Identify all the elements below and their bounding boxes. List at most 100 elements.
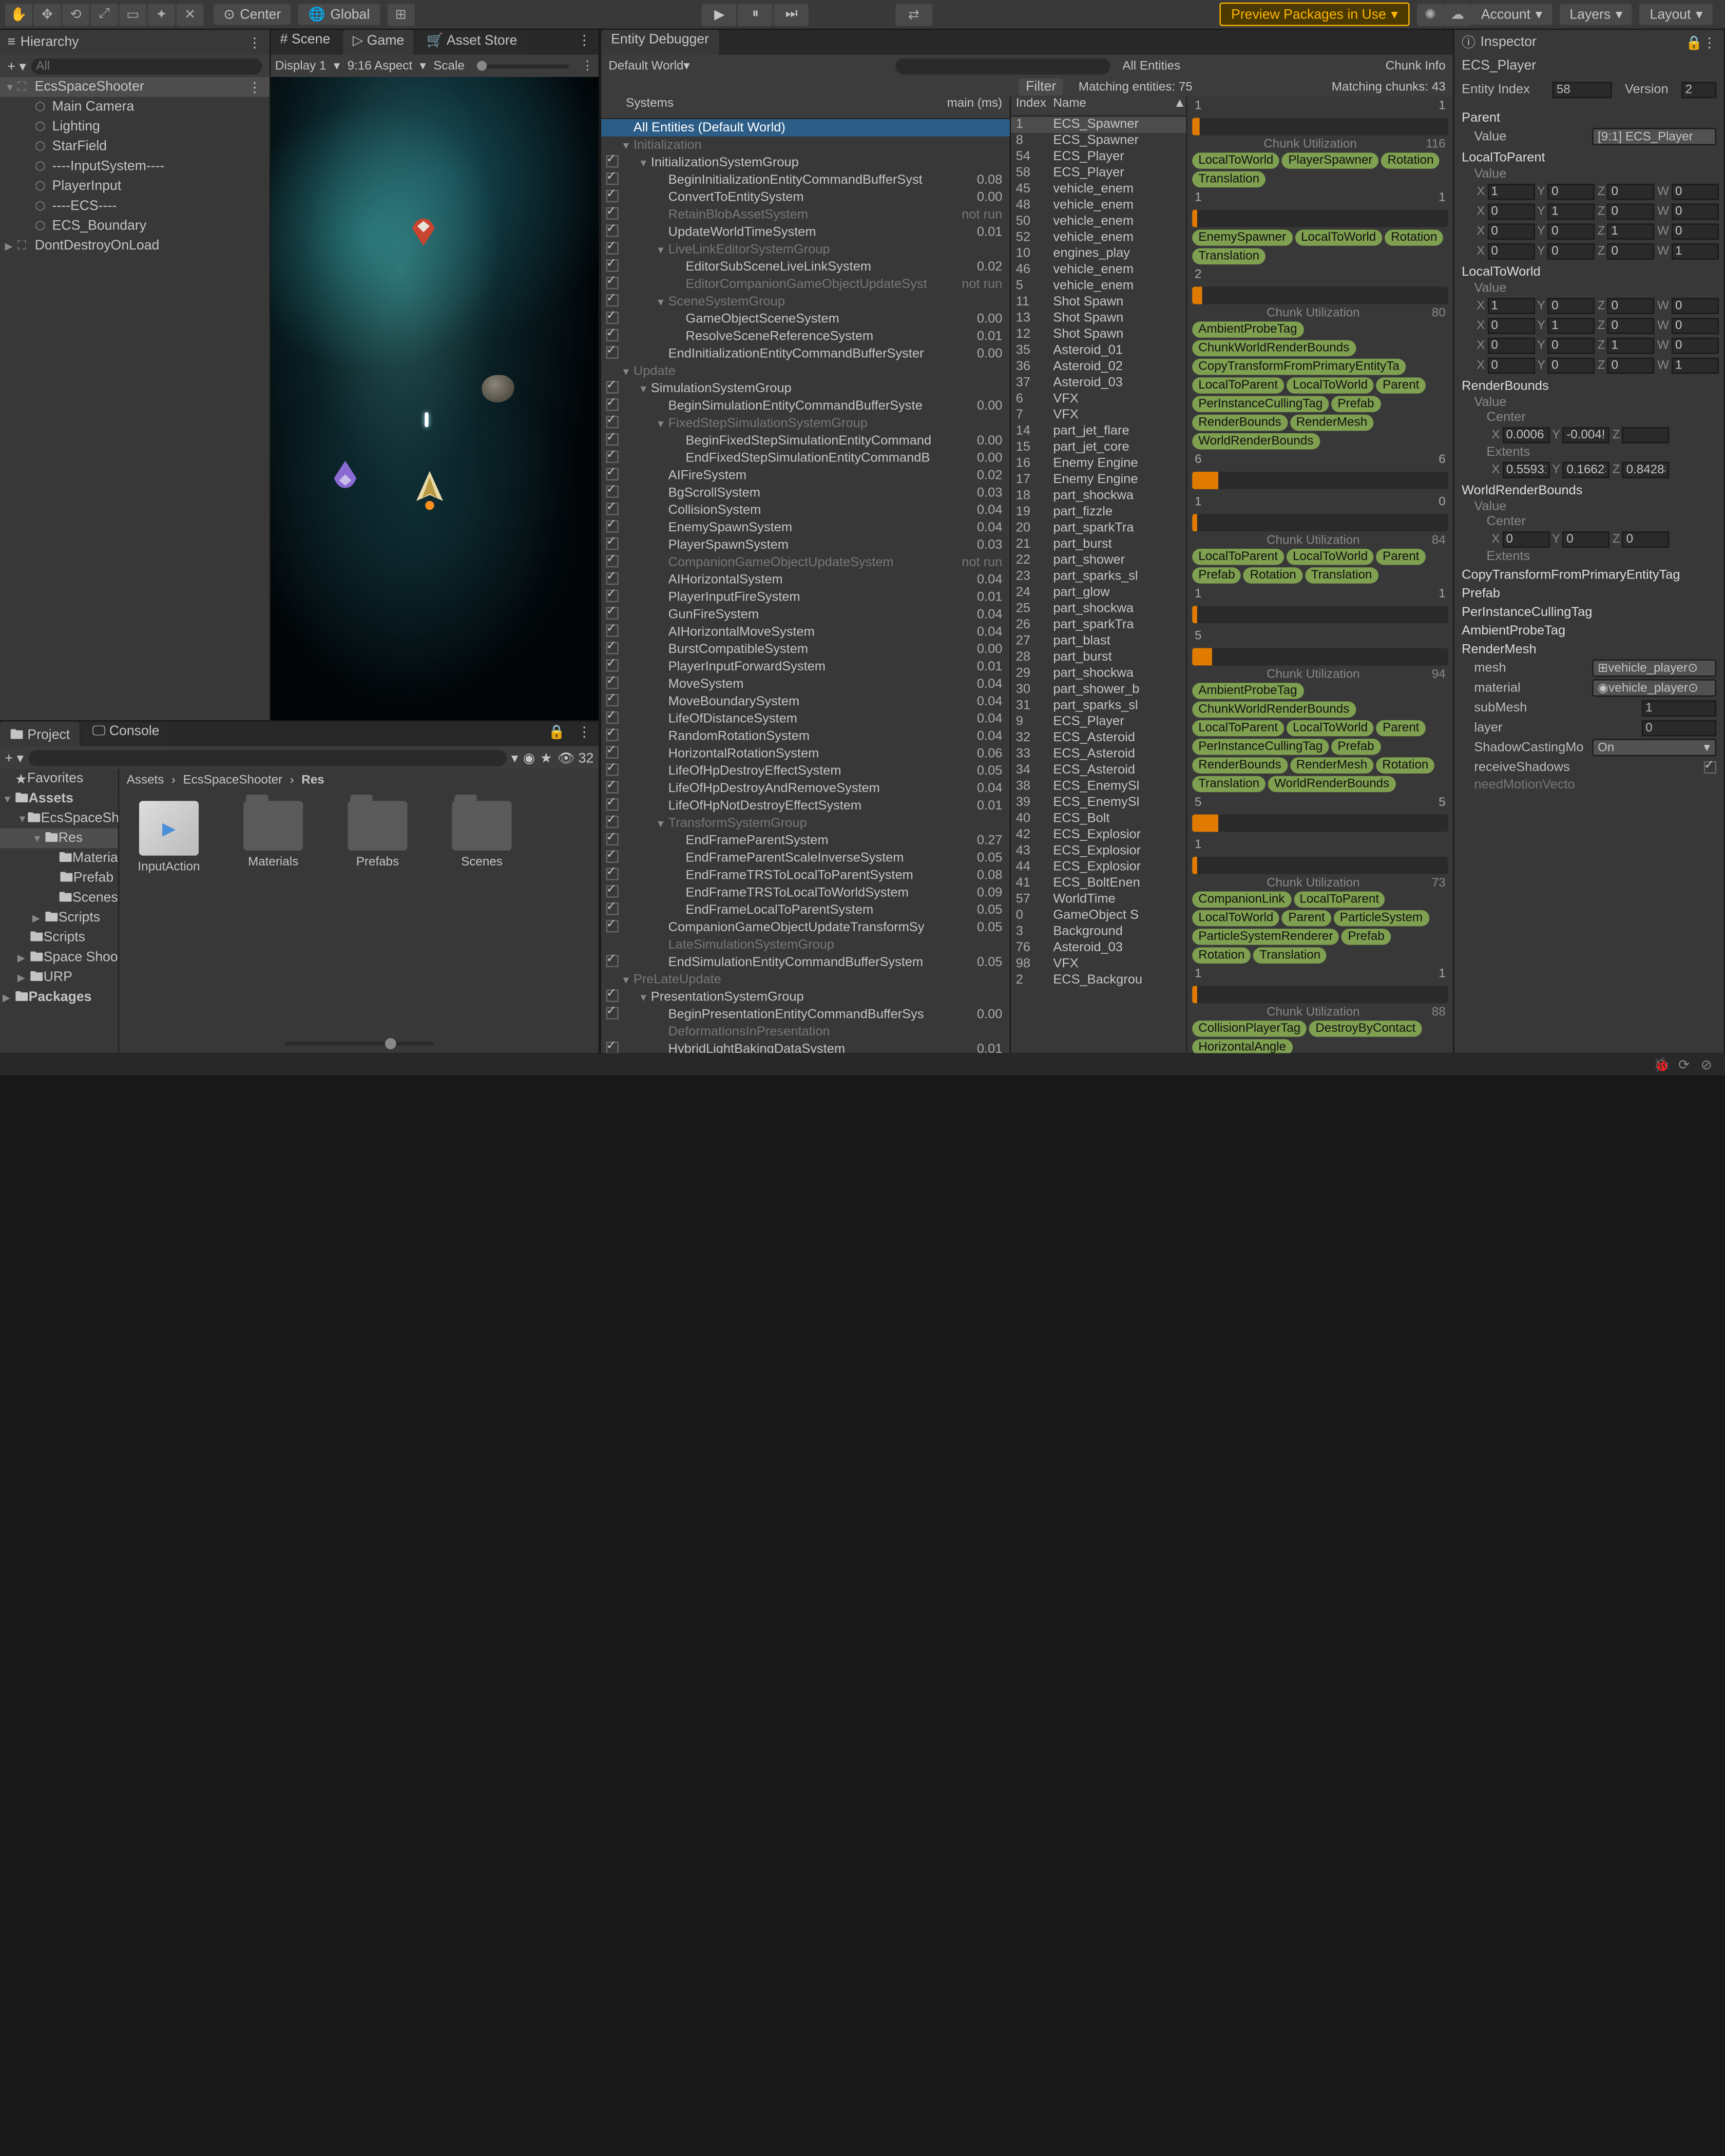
system-row[interactable]: RetainBlobAssetSystemnot run <box>601 206 1010 224</box>
bug-icon[interactable]: 🐞 <box>1651 1056 1673 1072</box>
shadow-casting-dropdown[interactable]: On▾ <box>1592 739 1716 756</box>
rotate-tool[interactable]: ⟲ <box>62 3 89 26</box>
entity-row[interactable]: 35Asteroid_01 <box>1011 343 1186 359</box>
hierarchy-item[interactable]: ⬡ECS_Boundary <box>0 216 269 236</box>
hand-tool[interactable]: ✋ <box>5 3 32 26</box>
entity-row[interactable]: 15part_jet_core <box>1011 439 1186 455</box>
snap-toggle[interactable]: ⊞ <box>387 3 414 26</box>
entity-row[interactable]: 3Background <box>1011 924 1186 940</box>
project-tree-item[interactable]: ▼🖿 EcsSpaceSh <box>0 808 118 829</box>
entity-row[interactable]: 54ECS_Player <box>1011 149 1186 165</box>
parent-value[interactable]: [9:1] ECS_Player <box>1592 128 1716 145</box>
entity-row[interactable]: 26part_sparkTra <box>1011 617 1186 633</box>
entity-row[interactable]: 32ECS_Asteroid <box>1011 730 1186 746</box>
filter-icon[interactable]: ★ <box>540 749 552 765</box>
entity-row[interactable]: 38ECS_EnemySl <box>1011 779 1186 795</box>
transform-tool[interactable]: ✦ <box>148 3 175 26</box>
system-row[interactable]: EndFixedStepSimulationEntityCommandB0.00 <box>601 450 1010 467</box>
entity-row[interactable]: 40ECS_Bolt <box>1011 811 1186 827</box>
pivot-toggle[interactable]: ⊙ Center <box>214 4 291 25</box>
step-button[interactable]: ⏭ <box>774 3 809 26</box>
system-row[interactable]: CollisionSystem0.04 <box>601 502 1010 519</box>
collab-icon[interactable]: ⇄ <box>895 3 933 26</box>
panel-menu-icon[interactable]: ⋮ <box>581 59 593 73</box>
entity-row[interactable]: 30part_shower_b <box>1011 682 1186 698</box>
system-row[interactable]: EndFrameParentScaleInverseSystem0.05 <box>601 850 1010 867</box>
system-row[interactable]: PlayerInputFireSystem0.01 <box>601 589 1010 606</box>
layer-field[interactable] <box>1642 720 1716 736</box>
system-row[interactable]: GameObjectSceneSystem0.00 <box>601 311 1010 328</box>
entity-row[interactable]: 28part_burst <box>1011 649 1186 665</box>
asset-item[interactable]: Prefabs <box>338 801 417 869</box>
system-row[interactable]: CompanionGameObjectUpdateTransformSy0.05 <box>601 919 1010 936</box>
entity-row[interactable]: 33ECS_Asteroid <box>1011 746 1186 762</box>
tab-scene[interactable]: # Scene <box>270 30 340 54</box>
system-row[interactable]: EditorSubSceneLiveLinkSystem0.02 <box>601 258 1010 276</box>
hierarchy-item[interactable]: ▶⛶DontDestroyOnLoad <box>0 236 269 256</box>
system-row[interactable]: ▼SceneSystemGroup <box>601 293 1010 311</box>
pause-button[interactable]: ⏸ <box>738 3 773 26</box>
version-field[interactable] <box>1681 81 1716 97</box>
add-icon[interactable]: + ▾ <box>5 749 24 765</box>
layout-dropdown[interactable]: Layout ▾ <box>1640 4 1713 25</box>
system-row[interactable]: ▼Initialization <box>601 137 1010 154</box>
system-row[interactable]: ConvertToEntitySystem0.00 <box>601 189 1010 206</box>
entity-row[interactable]: 50vehicle_enem <box>1011 214 1186 229</box>
project-tree-item[interactable]: ▼🖿 Res <box>0 828 118 848</box>
system-row[interactable]: AIHorizontalSystem0.04 <box>601 571 1010 589</box>
entity-row[interactable]: 98VFX <box>1011 956 1186 972</box>
system-row[interactable]: MoveSystem0.04 <box>601 676 1010 693</box>
add-icon[interactable]: + ▾ <box>8 57 26 73</box>
panel-menu-icon[interactable]: ⋮ <box>570 30 599 54</box>
filter-icon[interactable]: ◉ <box>523 749 535 765</box>
entity-row[interactable]: 42ECS_Explosior <box>1011 827 1186 843</box>
chunks-list[interactable]: 11 Chunk Utilization116 LocalToWorldPlay… <box>1187 97 1453 1053</box>
services-icon[interactable]: ✺ <box>1416 3 1444 26</box>
system-row[interactable]: BeginInitializationEntityCommandBufferSy… <box>601 171 1010 189</box>
system-row[interactable]: PlayerSpawnSystem0.03 <box>601 536 1010 554</box>
hierarchy-item[interactable]: ⬡----ECS---- <box>0 196 269 216</box>
system-row[interactable]: BeginFixedStepSimulationEntityCommand0.0… <box>601 432 1010 450</box>
system-row[interactable]: CompanionGameObjectUpdateSystemnot run <box>601 554 1010 571</box>
entity-row[interactable]: 36Asteroid_02 <box>1011 359 1186 375</box>
system-row[interactable]: BurstCompatibleSystem0.00 <box>601 641 1010 658</box>
entity-row[interactable]: 8ECS_Spawner <box>1011 133 1186 149</box>
project-tree-item[interactable]: ▼🖿 Assets <box>0 788 118 808</box>
entity-row[interactable]: 7VFX <box>1011 407 1186 423</box>
entity-row[interactable]: 9ECS_Player <box>1011 714 1186 730</box>
system-row[interactable]: EnemySpawnSystem0.04 <box>601 519 1010 536</box>
asset-grid[interactable]: InputActionMaterialsPrefabsScenes <box>119 791 599 1033</box>
project-tree-item[interactable]: 🖿 Materia <box>0 848 118 868</box>
panel-menu-icon[interactable]: ⋮ <box>1702 34 1716 50</box>
system-row[interactable]: AIFireSystem0.02 <box>601 467 1010 485</box>
entity-row[interactable]: 44ECS_Explosior <box>1011 859 1186 875</box>
filter-button[interactable]: Filter <box>1019 78 1064 95</box>
system-row[interactable]: ResolveSceneReferenceSystem0.01 <box>601 328 1010 345</box>
system-row[interactable]: ▼PresentationSystemGroup <box>601 989 1010 1006</box>
entity-row[interactable]: 10engines_play <box>1011 246 1186 262</box>
system-row[interactable]: ▼PreLateUpdate <box>601 971 1010 989</box>
system-row[interactable]: HybridLightBakingDataSystem0.01 <box>601 1041 1010 1053</box>
material-field[interactable]: ◉ vehicle_player ⊙ <box>1592 679 1716 697</box>
asset-item[interactable]: InputAction <box>129 801 209 874</box>
entities-list[interactable]: 1ECS_Spawner8ECS_Spawner54ECS_Player58EC… <box>1011 117 1186 988</box>
entity-row[interactable]: 24part_glow <box>1011 585 1186 601</box>
project-tree-item[interactable]: ▶🖿 URP <box>0 967 118 987</box>
system-row[interactable]: RandomRotationSystem0.04 <box>601 728 1010 745</box>
entity-row[interactable]: 6VFX <box>1011 391 1186 407</box>
tab-game[interactable]: ▷ Game <box>342 30 414 54</box>
entity-row[interactable]: 21part_burst <box>1011 536 1186 552</box>
systems-list[interactable]: All Entities (Default World)▼Initializat… <box>601 119 1010 1053</box>
project-tree-item[interactable]: 🖿 Scripts <box>0 928 118 948</box>
move-tool[interactable]: ✥ <box>33 3 61 26</box>
breadcrumb[interactable]: Assets › EcsSpaceShooter › Res <box>119 768 599 791</box>
project-tree-item[interactable]: ▶🖿 Scripts <box>0 908 118 928</box>
account-dropdown[interactable]: Account ▾ <box>1471 4 1552 25</box>
hierarchy-item[interactable]: ⬡Main Camera <box>0 97 269 117</box>
handle-toggle[interactable]: 🌐 Global <box>298 4 379 25</box>
entity-index-field[interactable] <box>1553 81 1613 97</box>
lock-icon[interactable]: 🔒 <box>1685 34 1702 50</box>
system-row[interactable]: ▼TransformSystemGroup <box>601 815 1010 832</box>
entity-row[interactable]: 39ECS_EnemySl <box>1011 795 1186 811</box>
entity-row[interactable]: 19part_fizzle <box>1011 504 1186 520</box>
